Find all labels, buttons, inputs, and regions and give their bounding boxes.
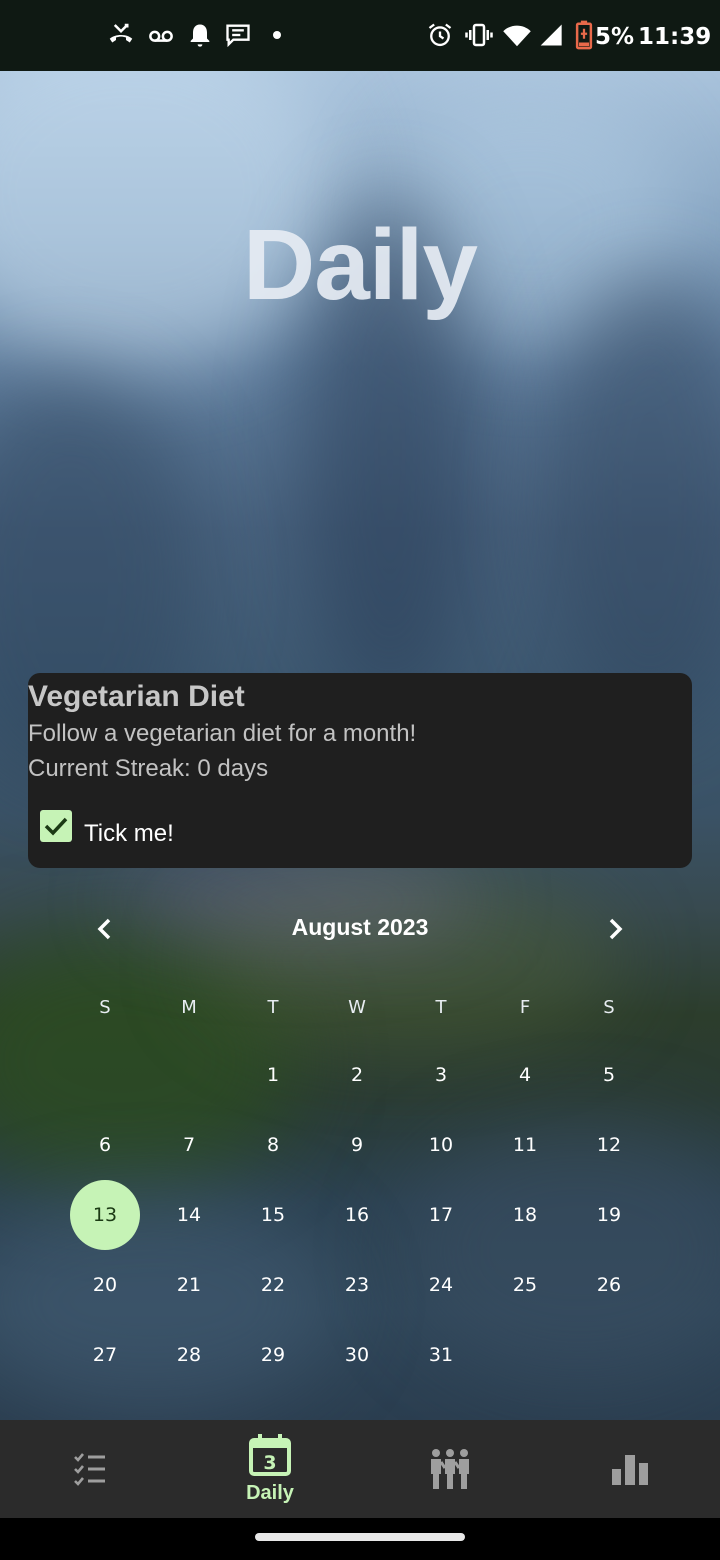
nav-daily[interactable]: 3 Daily (180, 1420, 360, 1518)
calendar-day[interactable]: 26 (574, 1250, 644, 1320)
calendar-day[interactable]: 2 (322, 1040, 392, 1110)
weekday-label: T (267, 997, 279, 1018)
weekday-label: S (603, 997, 615, 1018)
dot-icon (273, 31, 281, 39)
vibrate-icon (465, 23, 493, 47)
status-bar: 5% 11:39 (0, 0, 720, 71)
calendar-day[interactable]: 7 (154, 1110, 224, 1180)
voicemail-icon (149, 30, 173, 42)
next-month-button[interactable] (598, 912, 632, 946)
calendar-day[interactable]: 21 (154, 1250, 224, 1320)
nav-community[interactable] (360, 1420, 540, 1518)
habit-description: Follow a vegetarian diet for a month! (28, 720, 417, 747)
nav-tasks[interactable] (0, 1420, 180, 1518)
checkmark-icon (44, 817, 68, 836)
calendar-day[interactable]: 11 (490, 1110, 560, 1180)
home-gesture-handle[interactable] (255, 1533, 465, 1541)
calendar-day[interactable]: 25 (490, 1250, 560, 1320)
habit-streak: Current Streak: 0 days (28, 755, 269, 782)
calendar-day[interactable]: 1 (238, 1040, 308, 1110)
bottom-navigation: 3 Daily (0, 1420, 720, 1518)
calendar-day[interactable]: 29 (238, 1320, 308, 1390)
calendar-day[interactable]: 18 (490, 1180, 560, 1250)
calendar-day[interactable]: 31 (406, 1320, 476, 1390)
calendar-day[interactable]: 19 (574, 1180, 644, 1250)
page-title: Daily (242, 209, 478, 321)
calendar-day-icon: 3 (249, 1434, 291, 1476)
notification-bell-icon (190, 24, 210, 47)
wifi-icon (503, 25, 531, 47)
tick-checkbox[interactable] (40, 810, 72, 842)
weekday-label: W (348, 997, 366, 1018)
battery-percent: 5% (595, 24, 635, 50)
cell-signal-icon (540, 24, 562, 46)
bar-chart-icon (612, 1455, 648, 1485)
calendar-day[interactable]: 12 (574, 1110, 644, 1180)
people-icon (431, 1449, 469, 1489)
calendar-day-badge: 3 (263, 1452, 276, 1474)
calendar-day[interactable]: 14 (154, 1180, 224, 1250)
calendar-day[interactable]: 5 (574, 1040, 644, 1110)
calendar-day[interactable]: 20 (70, 1250, 140, 1320)
missed-call-icon (109, 23, 133, 43)
battery-low-icon (575, 20, 593, 50)
calendar-day[interactable]: 23 (322, 1250, 392, 1320)
calendar-header: August 2023 (0, 912, 720, 946)
weekday-label: T (435, 997, 447, 1018)
calendar-day[interactable]: 6 (70, 1110, 140, 1180)
calendar-day-selected[interactable]: 13 (70, 1180, 140, 1250)
calendar-day[interactable]: 17 (406, 1180, 476, 1250)
calendar-day[interactable]: 15 (238, 1180, 308, 1250)
calendar-day[interactable]: 8 (238, 1110, 308, 1180)
weekday-label: F (519, 997, 531, 1018)
clock: 11:39 (638, 24, 712, 50)
nav-stats[interactable] (540, 1420, 720, 1518)
calendar-day[interactable]: 3 (406, 1040, 476, 1110)
calendar-day[interactable]: 24 (406, 1250, 476, 1320)
calendar-day[interactable]: 27 (70, 1320, 140, 1390)
calendar-day[interactable]: 16 (322, 1180, 392, 1250)
habit-title: Vegetarian Diet (28, 680, 245, 713)
tick-checkbox-label[interactable]: Tick me! (84, 820, 174, 848)
chevron-right-icon (609, 918, 623, 940)
calendar-day[interactable]: 30 (322, 1320, 392, 1390)
calendar-day[interactable]: 10 (406, 1110, 476, 1180)
calendar-day[interactable]: 4 (490, 1040, 560, 1110)
calendar-day[interactable]: 22 (238, 1250, 308, 1320)
weekday-label: S (99, 997, 111, 1018)
alarm-icon (428, 23, 452, 47)
habit-card: Vegetarian Diet Follow a vegetarian diet… (28, 673, 692, 868)
nav-daily-label: Daily (246, 1482, 294, 1504)
calendar-day[interactable]: 28 (154, 1320, 224, 1390)
message-icon (226, 24, 250, 48)
calendar-day[interactable]: 9 (322, 1110, 392, 1180)
gesture-navigation-bar (0, 1518, 720, 1560)
weekday-label: M (181, 997, 197, 1018)
checklist-icon (74, 1453, 105, 1486)
